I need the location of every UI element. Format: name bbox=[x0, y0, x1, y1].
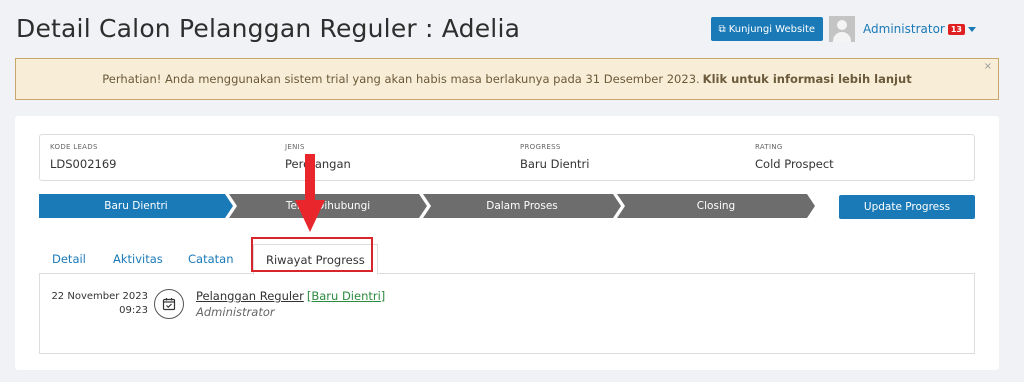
history-entry-user: Administrator bbox=[196, 305, 275, 319]
history-content: 22 November 2023 09:23 Pelanggan Reguler… bbox=[39, 274, 975, 354]
history-entry-status: [Baru Dientri] bbox=[306, 289, 386, 303]
history-entry-title: Pelanggan Reguler [Baru Dientri] bbox=[196, 289, 385, 303]
info-rating: RATING Cold Prospect bbox=[755, 143, 834, 171]
alert-link[interactable]: Klik untuk informasi lebih lanjut bbox=[703, 72, 912, 86]
lead-info-box: KODE LEADS LDS002169 JENIS Perorangan PR… bbox=[39, 134, 975, 181]
trial-alert: Perhatian! Anda menggunakan sistem trial… bbox=[15, 58, 999, 100]
external-link-icon: ⧉ bbox=[718, 23, 726, 35]
info-rating-value: Cold Prospect bbox=[755, 157, 834, 171]
step-baru-dientri: Baru Dientri bbox=[39, 194, 233, 218]
update-progress-button[interactable]: Update Progress bbox=[839, 195, 975, 219]
info-jenis-label: JENIS bbox=[285, 143, 305, 151]
calendar-check-icon bbox=[154, 289, 184, 319]
progress-steps: Baru Dientri Telah Dihubungi Dalam Prose… bbox=[39, 194, 815, 218]
header-right: ⧉ Kunjungi Website Administrator 13 bbox=[710, 16, 976, 42]
info-kode-label: KODE LEADS bbox=[50, 143, 98, 151]
page-title: Detail Calon Pelanggan Reguler : Adelia bbox=[16, 14, 521, 43]
history-timestamp: 22 November 2023 09:23 bbox=[50, 290, 148, 318]
info-rating-label: RATING bbox=[755, 143, 783, 151]
tab-aktivitas[interactable]: Aktivitas bbox=[113, 244, 163, 274]
lead-detail-panel: KODE LEADS LDS002169 JENIS Perorangan PR… bbox=[15, 116, 999, 370]
notification-badge: 13 bbox=[947, 23, 965, 35]
alert-message: Perhatian! Anda menggunakan sistem trial… bbox=[102, 72, 700, 86]
tab-catatan[interactable]: Catatan bbox=[188, 244, 233, 274]
history-time: 09:23 bbox=[119, 305, 148, 316]
history-date: 22 November 2023 bbox=[51, 291, 148, 302]
step-telah-dihubungi: Telah Dihubungi bbox=[229, 194, 427, 218]
step-dalam-proses: Dalam Proses bbox=[423, 194, 621, 218]
info-kode-value: LDS002169 bbox=[50, 157, 117, 171]
close-icon[interactable]: × bbox=[984, 61, 992, 72]
info-kode: KODE LEADS LDS002169 bbox=[50, 143, 116, 171]
user-menu-name[interactable]: Administrator bbox=[863, 22, 945, 36]
visit-website-label: Kunjungi Website bbox=[728, 23, 816, 35]
detail-tabs: Detail Aktivitas Catatan Riwayat Progres… bbox=[39, 244, 975, 275]
info-progress-label: PROGRESS bbox=[520, 143, 561, 151]
user-avatar[interactable] bbox=[829, 16, 856, 42]
info-progress-value: Baru Dientri bbox=[520, 157, 590, 171]
info-progress: PROGRESS Baru Dientri bbox=[520, 143, 589, 171]
tab-detail[interactable]: Detail bbox=[52, 244, 86, 274]
tab-highlight-box bbox=[251, 237, 373, 272]
history-entry-link[interactable]: Pelanggan Reguler bbox=[196, 289, 304, 303]
annotation-arrow-icon bbox=[295, 154, 325, 232]
visit-website-button[interactable]: ⧉ Kunjungi Website bbox=[710, 17, 824, 41]
chevron-down-icon[interactable] bbox=[968, 26, 976, 32]
step-closing: Closing bbox=[617, 194, 815, 218]
